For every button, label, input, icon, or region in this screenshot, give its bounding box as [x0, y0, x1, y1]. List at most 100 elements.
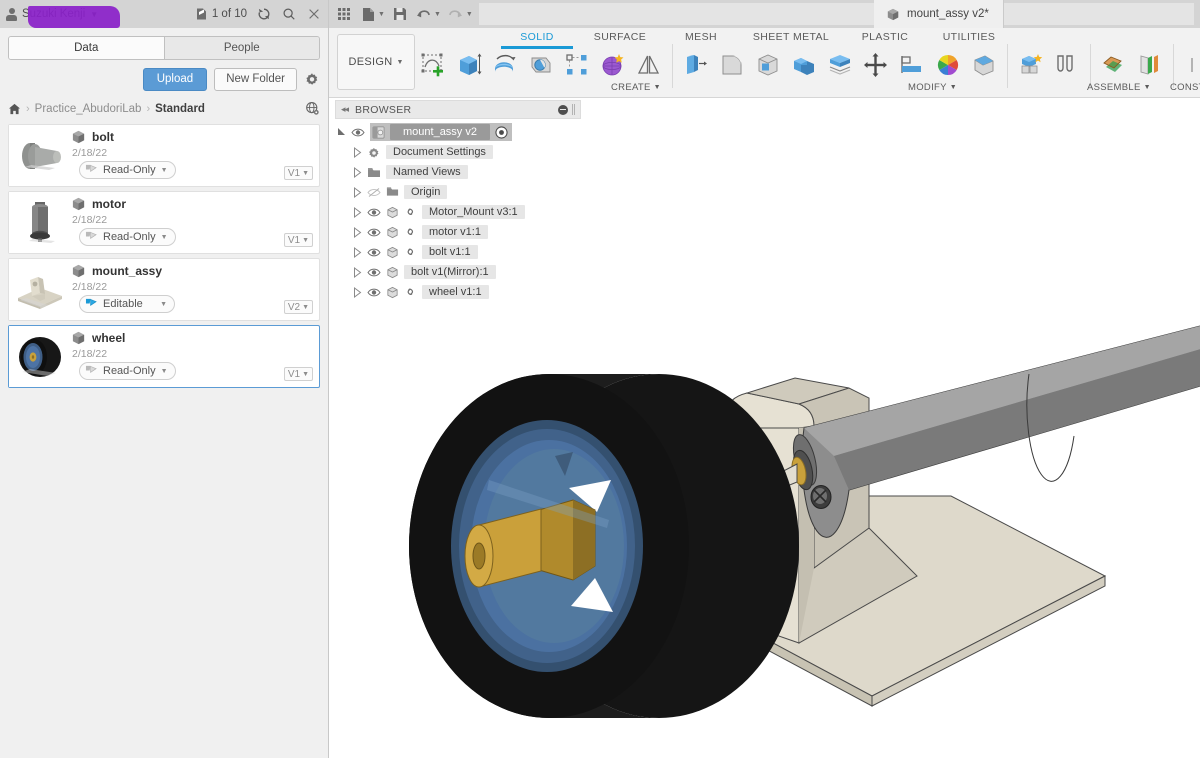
expand-triangle-icon[interactable] [353, 146, 362, 158]
status-badge-read-only[interactable]: Read-Only ▼ [79, 161, 176, 179]
expand-triangle-icon[interactable] [353, 246, 362, 258]
refresh-icon[interactable] [256, 6, 272, 22]
user-account-menu[interactable]: Suzuki Kenji ▼ [6, 5, 120, 28]
sweep-icon[interactable] [523, 48, 559, 82]
extrude-icon[interactable] [451, 48, 487, 82]
visibility-eye-icon[interactable] [351, 127, 365, 138]
version-chip[interactable]: V1 ▼ [283, 367, 313, 381]
visibility-eye-icon[interactable] [367, 227, 381, 238]
group-assemble[interactable]: ASSEMBLE ▼ [1087, 82, 1151, 93]
status-badge-read-only[interactable]: Read-Only ▼ [79, 362, 176, 380]
collapse-arrows-icon[interactable]: ◂◂ [341, 104, 349, 115]
tree-node-bolt-mirror[interactable]: bolt v1(Mirror):1 [335, 262, 581, 282]
file-card-motor[interactable]: motor 2/18/22 Read-Only ▼ V1 ▼ [8, 191, 320, 254]
tab-sheet-metal[interactable]: SHEET METAL [741, 31, 841, 47]
offset-plane-icon[interactable] [1096, 48, 1132, 82]
link-icon[interactable] [404, 206, 417, 218]
redo-icon[interactable] [445, 3, 467, 25]
minus-circle-icon[interactable] [558, 104, 568, 115]
chevron-down-icon[interactable]: ▼ [378, 11, 385, 18]
group-construct[interactable]: CONSTRUCT ▼ [1170, 82, 1200, 93]
new-component-icon[interactable] [1013, 48, 1049, 82]
status-badge-read-only[interactable]: Read-Only ▼ [79, 228, 176, 246]
upload-button[interactable]: Upload [142, 68, 208, 91]
visibility-eye-icon[interactable] [367, 287, 381, 298]
version-chip[interactable]: V2 ▼ [283, 300, 313, 314]
file-card-wheel[interactable]: wheel 2/18/22 Read-Only ▼ V1 ▼ [8, 325, 320, 388]
panel-resize-grip[interactable] [572, 104, 575, 115]
tab-mesh[interactable]: MESH [667, 31, 735, 47]
combine-icon[interactable] [786, 48, 822, 82]
chevron-down-icon[interactable]: ▼ [466, 11, 473, 18]
move-copy-icon[interactable] [858, 48, 894, 82]
home-icon[interactable] [8, 103, 21, 115]
visibility-eye-off-icon[interactable] [367, 187, 381, 198]
create-sketch-icon[interactable] [415, 48, 451, 82]
physical-material-icon[interactable] [966, 48, 1002, 82]
expand-triangle-icon[interactable] [353, 186, 362, 198]
visibility-eye-icon[interactable] [367, 207, 381, 218]
expand-triangle-icon[interactable] [353, 226, 362, 238]
tree-node-wheel[interactable]: wheel v1:1 [335, 282, 581, 302]
tab-people[interactable]: People [163, 37, 319, 59]
joint-icon[interactable] [1049, 48, 1085, 82]
expand-triangle-icon[interactable] [337, 127, 346, 138]
version-chip[interactable]: V1 ▼ [283, 166, 313, 180]
tree-node-root[interactable]: mount_assy v2 [335, 122, 581, 142]
group-modify[interactable]: MODIFY ▼ [908, 82, 957, 93]
midplane-icon[interactable] [1132, 48, 1168, 82]
gear-icon[interactable] [304, 72, 320, 88]
undo-icon[interactable] [413, 3, 435, 25]
expand-triangle-icon[interactable] [353, 166, 362, 178]
pattern-icon[interactable] [559, 48, 595, 82]
status-badge-editable[interactable]: Editable ▼ [79, 295, 175, 313]
mirror-icon[interactable] [631, 48, 667, 82]
tab-surface[interactable]: SURFACE [579, 31, 661, 47]
appearance-icon[interactable] [930, 48, 966, 82]
tab-data[interactable]: Data [9, 37, 164, 59]
tree-node-document-settings[interactable]: Document Settings [335, 142, 581, 162]
close-icon[interactable] [306, 6, 322, 22]
tab-solid[interactable]: SOLID [501, 31, 573, 49]
tree-node-named-views[interactable]: Named Views [335, 162, 581, 182]
revolve-icon[interactable] [487, 48, 523, 82]
visibility-eye-icon[interactable] [367, 267, 381, 278]
link-icon[interactable] [404, 246, 417, 258]
group-create[interactable]: CREATE ▼ [611, 82, 661, 93]
grid-apps-icon[interactable] [333, 3, 355, 25]
workspace-selector[interactable]: DESIGN ▼ [337, 34, 415, 90]
link-icon[interactable] [404, 286, 417, 298]
file-card-mount-assy[interactable]: mount_assy 2/18/22 Editable ▼ V2 ▼ [8, 258, 320, 321]
link-icon[interactable] [404, 226, 417, 238]
expand-triangle-icon[interactable] [353, 266, 362, 278]
tree-node-motor-mount[interactable]: Motor_Mount v3:1 [335, 202, 581, 222]
offset-face-icon[interactable] [822, 48, 858, 82]
breadcrumb-item-folder[interactable]: Standard [155, 103, 205, 115]
tree-node-bolt[interactable]: bolt v1:1 [335, 242, 581, 262]
save-icon[interactable] [389, 3, 411, 25]
press-pull-icon[interactable] [678, 48, 714, 82]
tab-utilities[interactable]: UTILITIES [929, 31, 1009, 47]
visibility-eye-icon[interactable] [367, 247, 381, 258]
viewport-canvas[interactable]: ◂◂ BROWSER mount_assy v2 Document Settin… [329, 98, 1200, 758]
document-tab[interactable]: mount_assy v2* [874, 0, 1004, 28]
search-icon[interactable] [281, 6, 297, 22]
inspect-icon[interactable] [1179, 48, 1200, 82]
breadcrumb-item-project[interactable]: Practice_AbudoriLab [35, 103, 142, 115]
new-file-icon[interactable] [357, 3, 379, 25]
tree-node-motor[interactable]: motor v1:1 [335, 222, 581, 242]
chevron-down-icon[interactable]: ▼ [434, 11, 441, 18]
fillet-icon[interactable] [714, 48, 750, 82]
align-icon[interactable] [894, 48, 930, 82]
activate-target-icon[interactable] [495, 125, 508, 139]
version-chip[interactable]: V1 ▼ [283, 233, 313, 247]
expand-triangle-icon[interactable] [353, 286, 362, 298]
shell-icon[interactable] [750, 48, 786, 82]
tree-node-origin[interactable]: Origin [335, 182, 581, 202]
tab-plastic[interactable]: PLASTIC [847, 31, 923, 47]
globe-icon[interactable] [305, 101, 320, 116]
expand-triangle-icon[interactable] [353, 206, 362, 218]
form-icon[interactable] [595, 48, 631, 82]
file-card-bolt[interactable]: bolt 2/18/22 Read-Only ▼ V1 ▼ [8, 124, 320, 187]
new-folder-button[interactable]: New Folder [214, 68, 297, 91]
